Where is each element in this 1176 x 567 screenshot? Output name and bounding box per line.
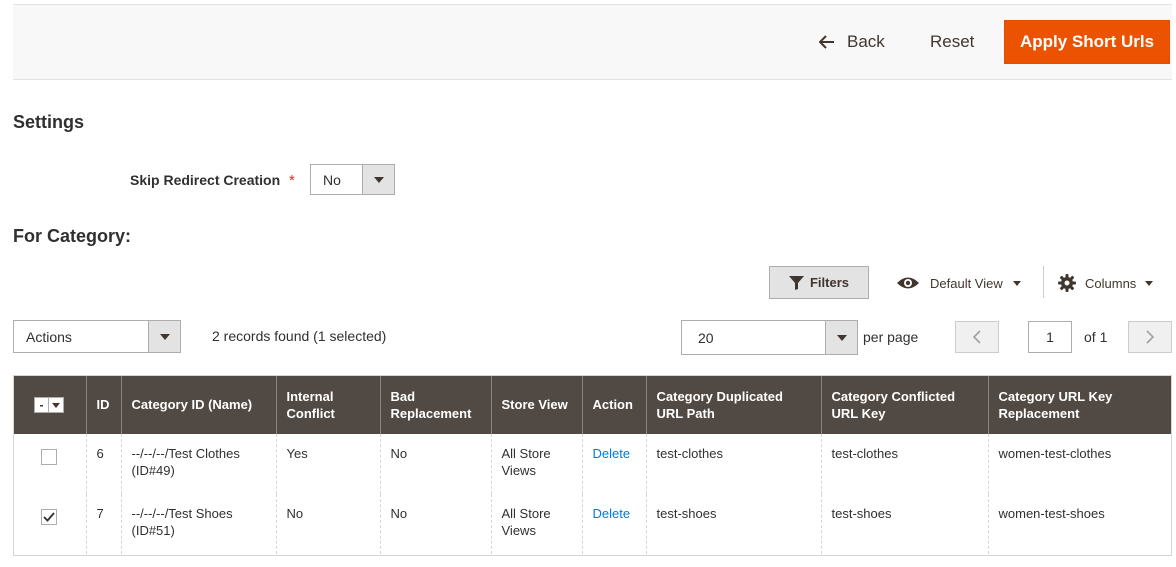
row-select-cell xyxy=(13,434,86,494)
chevron-down-icon xyxy=(148,321,180,352)
column-header-replacement[interactable]: Category URL Key Replacement xyxy=(987,375,1172,434)
column-header-internal-conflict[interactable]: Internal Conflict xyxy=(275,375,380,434)
actions-select[interactable]: Actions xyxy=(13,320,181,353)
table-row: 7 --/--/--/Test Shoes (ID#51) No No All … xyxy=(13,494,1172,554)
column-header-bad-replacement[interactable]: Bad Replacement xyxy=(379,375,491,434)
skip-redirect-value: No xyxy=(323,171,341,188)
chevron-down-icon xyxy=(1012,280,1021,286)
cell-conflicted-key: test-shoes xyxy=(820,494,988,554)
cell-conflicted-key: test-clothes xyxy=(820,434,988,494)
funnel-icon xyxy=(788,275,804,290)
chevron-down-icon xyxy=(362,165,394,194)
cell-category: --/--/--/Test Clothes (ID#49) xyxy=(120,434,276,494)
chevron-down-icon xyxy=(825,321,857,354)
page-number-input[interactable] xyxy=(1028,321,1072,353)
mass-select-glyph: - xyxy=(35,398,49,413)
cell-category: --/--/--/Test Shoes (ID#51) xyxy=(120,494,276,554)
next-page-button[interactable] xyxy=(1128,321,1172,353)
cell-store-view: All Store Views xyxy=(490,434,582,494)
cell-internal-conflict: Yes xyxy=(275,434,380,494)
default-view-dropdown[interactable]: Default View xyxy=(896,272,1021,294)
back-button[interactable]: Back xyxy=(811,27,893,57)
cell-id: 7 xyxy=(85,494,121,554)
cell-action: Delete xyxy=(581,494,646,554)
back-button-label: Back xyxy=(847,32,885,51)
settings-title: Settings xyxy=(13,112,85,132)
filters-label: Filters xyxy=(809,275,849,290)
column-header-action[interactable]: Action xyxy=(581,375,646,434)
column-header-id[interactable]: ID xyxy=(85,375,121,434)
row-checkbox[interactable] xyxy=(41,509,57,525)
column-header-duplicated-path[interactable]: Category Duplicated URL Path xyxy=(645,375,821,434)
gear-icon xyxy=(1058,274,1076,292)
cell-duplicated-path: test-shoes xyxy=(645,494,821,554)
row-checkbox[interactable] xyxy=(41,449,57,465)
mass-select-header[interactable]: - xyxy=(13,375,86,434)
cell-store-view: All Store Views xyxy=(490,494,582,554)
required-marker: * xyxy=(289,172,295,189)
apply-button-label: Apply Short Urls xyxy=(1019,32,1155,51)
for-category-title: For Category: xyxy=(13,226,132,246)
skip-redirect-select[interactable]: No xyxy=(310,164,395,195)
chevron-down-icon xyxy=(1145,280,1154,286)
previous-page-button[interactable] xyxy=(955,321,999,353)
apply-short-urls-button[interactable]: Apply Short Urls xyxy=(1004,20,1170,64)
filters-button[interactable]: Filters xyxy=(769,266,869,299)
columns-dropdown[interactable]: Columns xyxy=(1058,272,1154,294)
eye-icon xyxy=(897,277,919,289)
row-select-cell xyxy=(13,494,86,554)
column-header-store-view[interactable]: Store View xyxy=(490,375,582,434)
total-pages-text: of 1 xyxy=(1084,329,1108,345)
page-actions-bar: Back Reset Apply Short Urls xyxy=(13,4,1172,80)
checkmark-icon xyxy=(43,512,55,522)
column-header-category[interactable]: Category ID (Name) xyxy=(120,375,276,434)
cell-action: Delete xyxy=(581,434,646,494)
default-view-label: Default View xyxy=(930,275,1003,291)
actions-label: Actions xyxy=(26,328,72,345)
cell-replacement: women-test-clothes xyxy=(987,434,1172,494)
reset-button-label: Reset xyxy=(930,32,975,51)
cell-bad-replacement: No xyxy=(379,494,491,554)
table-row: 6 --/--/--/Test Clothes (ID#49) Yes No A… xyxy=(13,434,1172,494)
cell-id: 6 xyxy=(85,434,121,494)
reset-button[interactable]: Reset xyxy=(922,27,982,57)
cell-bad-replacement: No xyxy=(379,434,491,494)
arrow-left-icon xyxy=(819,35,834,49)
chevron-right-icon xyxy=(1146,330,1154,344)
delete-link[interactable]: Delete xyxy=(593,506,631,521)
mass-select-control[interactable]: - xyxy=(34,397,64,414)
per-page-select[interactable]: 20 xyxy=(681,320,858,355)
column-header-conflicted-key[interactable]: Category Conflicted URL Key xyxy=(820,375,988,434)
cell-replacement: women-test-shoes xyxy=(987,494,1172,554)
chevron-down-icon xyxy=(49,398,63,412)
data-grid: - ID Category ID (Name) Internal Conflic… xyxy=(13,375,1172,554)
cell-internal-conflict: No xyxy=(275,494,380,554)
controls-divider xyxy=(1043,266,1044,298)
per-page-label: per page xyxy=(863,329,919,345)
records-found-text: 2 records found (1 selected) xyxy=(212,328,387,344)
skip-redirect-label: Skip Redirect Creation xyxy=(130,172,281,188)
per-page-value: 20 xyxy=(698,329,714,346)
cell-duplicated-path: test-clothes xyxy=(645,434,821,494)
delete-link[interactable]: Delete xyxy=(593,446,631,461)
grid-header-row: - ID Category ID (Name) Internal Conflic… xyxy=(13,375,1172,434)
chevron-left-icon xyxy=(973,330,981,344)
columns-label: Columns xyxy=(1085,275,1137,291)
